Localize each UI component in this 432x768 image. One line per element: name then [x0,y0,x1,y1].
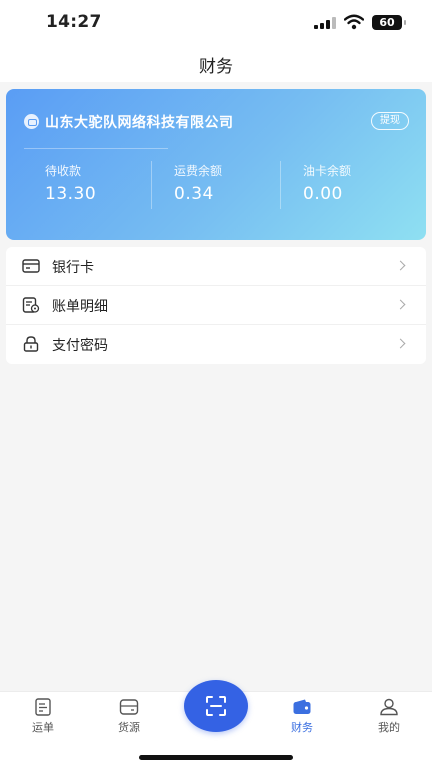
balance-divider [151,161,152,209]
tab-cargo-source[interactable]: 货源 [99,698,159,735]
menu-item-label: 银行卡 [52,260,94,276]
chevron-right-icon [395,260,406,271]
balance-divider [280,161,281,209]
menu-item-label: 支付密码 [52,338,108,354]
withdraw-button[interactable]: 提现 [371,112,409,130]
tab-mine[interactable]: 我的 [359,698,419,735]
cellular-signal-icon [314,17,336,29]
company-icon [24,114,39,129]
chevron-right-icon [395,338,406,349]
menu-item-label: 账单明细 [52,299,108,315]
finance-page: 14:27 60 财务 山东大驼队网络科技有限公司 提现 待收款 13.30 运… [0,0,432,768]
finance-menu: 银行卡 账单明细 支付密码 [6,247,426,364]
menu-item-bank-card[interactable]: 银行卡 [6,247,426,286]
home-indicator [139,755,293,760]
tab-label: 财务 [291,721,313,734]
cargo-source-icon [119,699,139,715]
balance-value: 13.30 [45,184,97,204]
scan-button[interactable] [184,680,248,732]
balance-fuel-card[interactable]: 油卡余额 0.00 [303,162,432,204]
balance-value: 0.00 [303,184,343,204]
balance-label: 运费余额 [174,164,223,178]
tab-finance[interactable]: 财务 [272,698,332,735]
status-time: 14:27 [46,12,102,32]
tab-label: 我的 [378,721,400,734]
balance-pending[interactable]: 待收款 13.30 [45,162,175,204]
balance-freight[interactable]: 运费余额 0.34 [174,162,304,204]
status-bar: 14:27 60 [0,0,432,46]
wallet-icon [293,699,311,714]
account-card: 山东大驼队网络科技有限公司 提现 待收款 13.30 运费余额 0.34 油卡余… [6,89,426,240]
profile-icon [380,698,398,716]
scan-icon [206,696,226,716]
waybill-icon [35,698,51,716]
chevron-right-icon [395,299,406,310]
wifi-icon [344,14,364,30]
card-divider [24,148,168,149]
tab-label: 运单 [32,721,54,734]
bill-detail-icon [22,297,40,313]
company-name: 山东大驼队网络科技有限公司 [45,115,234,131]
tab-label: 货源 [118,721,140,734]
bank-card-icon [22,259,40,273]
page-header: 财务 [0,46,432,82]
menu-item-bill-detail[interactable]: 账单明细 [6,286,426,325]
balance-label: 油卡余额 [303,164,352,178]
balance-label: 待收款 [45,164,82,178]
balance-value: 0.34 [174,184,214,204]
battery-icon: 60 [372,15,406,30]
tab-waybill[interactable]: 运单 [13,698,73,735]
page-title: 财务 [199,57,233,77]
lock-icon [23,336,39,352]
menu-item-pay-password[interactable]: 支付密码 [6,325,426,364]
